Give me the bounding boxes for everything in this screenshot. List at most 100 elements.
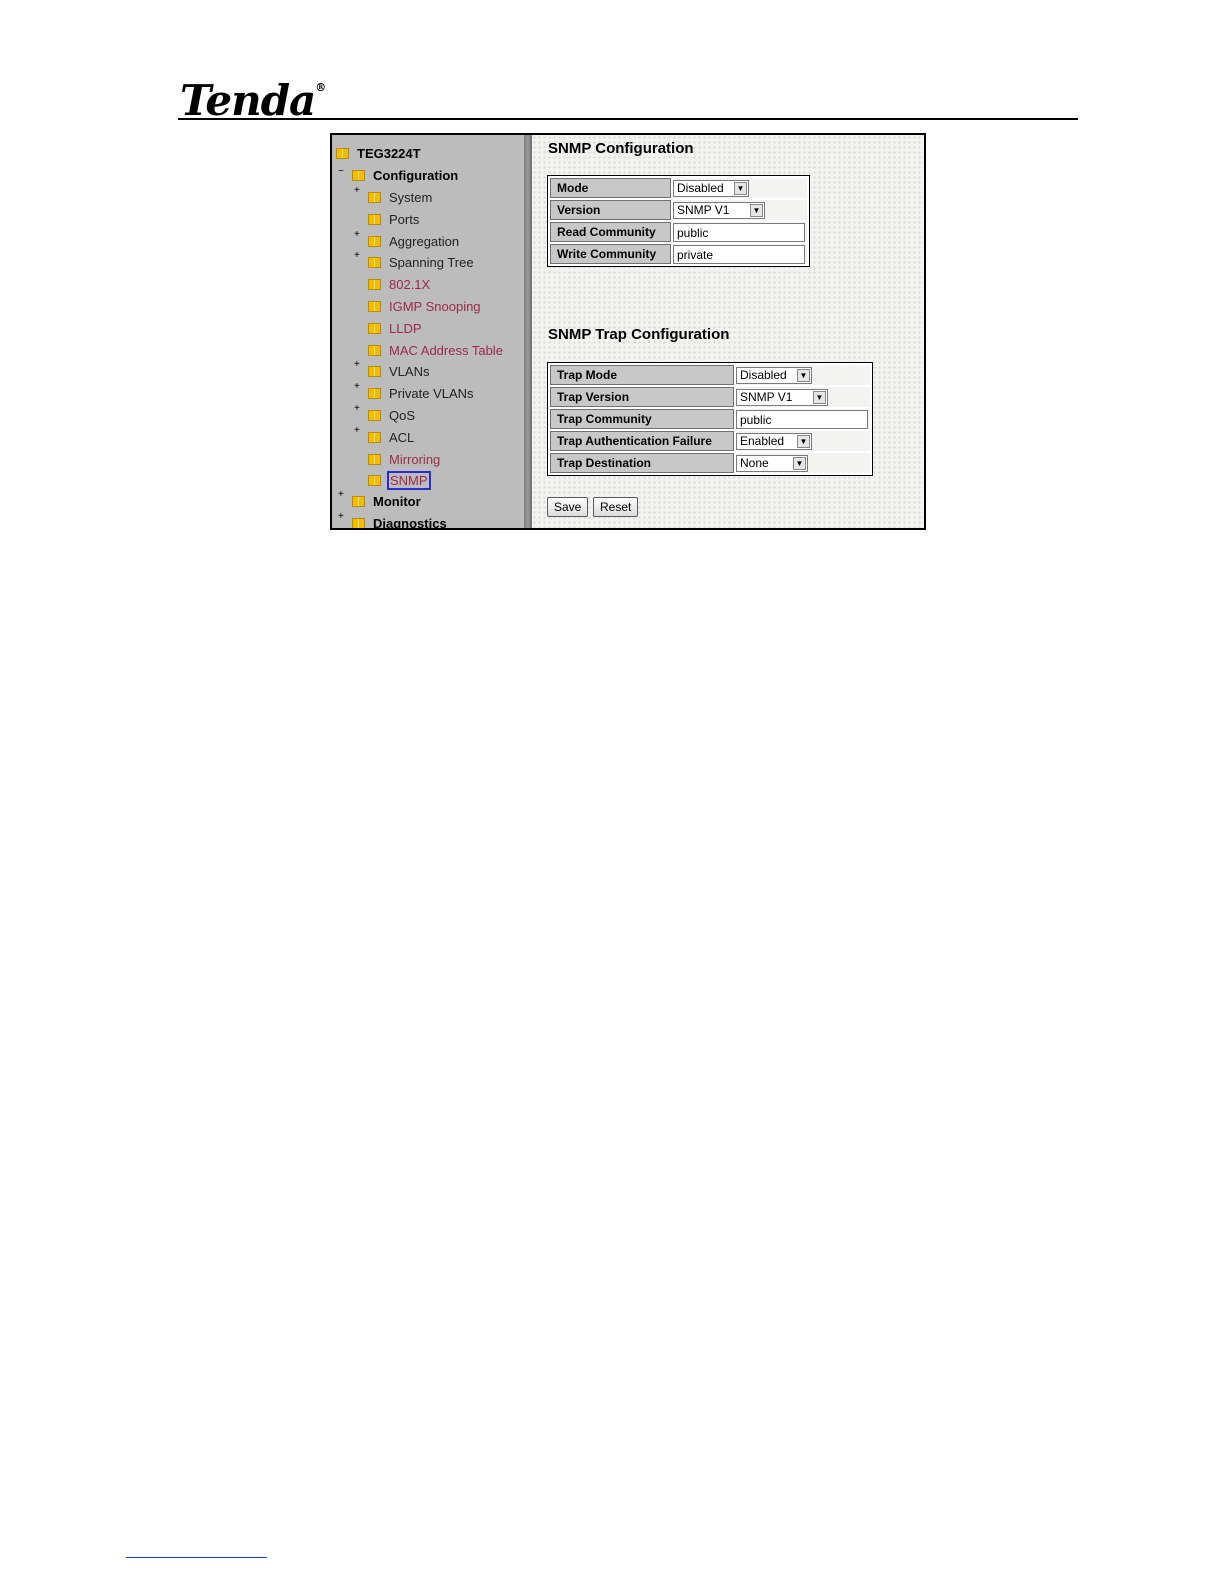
tree-item-aggregation[interactable]: + Aggregation xyxy=(354,230,460,250)
registered-mark: ® xyxy=(315,81,326,94)
trap-auth-failure-value: Enabled xyxy=(740,434,785,448)
table-row: Version SNMP V1 ▼ xyxy=(550,200,807,220)
plus-icon[interactable]: + xyxy=(338,512,344,522)
plus-icon[interactable]: + xyxy=(354,360,360,370)
plus-icon[interactable]: + xyxy=(354,382,360,392)
folder-icon xyxy=(368,300,381,312)
folder-icon xyxy=(368,322,381,334)
folder-icon xyxy=(368,387,381,399)
screenshot-frame: TEG3224T − Configuration + System Ports + Ag… xyxy=(330,133,926,530)
tree-diagnostics-label: Diagnostics xyxy=(373,515,447,530)
table-row: Trap Destination None ▼ xyxy=(550,453,870,473)
footer-link-underline xyxy=(126,1557,267,1558)
tree-item-igmp-snooping[interactable]: IGMP Snooping xyxy=(368,297,481,315)
folder-icon xyxy=(368,474,381,486)
folder-icon xyxy=(352,517,365,528)
version-value: SNMP V1 xyxy=(677,203,730,217)
version-label: Version xyxy=(550,200,671,220)
tree-monitor-label: Monitor xyxy=(373,493,421,509)
tree-item-label: Mirroring xyxy=(389,451,441,467)
trap-mode-label: Trap Mode xyxy=(550,365,734,385)
tree-item-label: Private VLANs xyxy=(389,385,474,401)
folder-icon xyxy=(368,278,381,290)
table-row: Trap Authentication Failure Enabled ▼ xyxy=(550,431,870,451)
plus-icon[interactable]: + xyxy=(354,186,360,196)
tree-item-snmp[interactable]: SNMP xyxy=(368,470,431,490)
tree-item-label: SNMP xyxy=(387,470,431,490)
tree-item-qos[interactable]: + QoS xyxy=(354,404,415,424)
tree-item-private-vlans[interactable]: + Private VLANs xyxy=(354,382,474,402)
tree-configuration-label: Configuration xyxy=(373,167,459,183)
plus-icon[interactable]: + xyxy=(354,404,360,414)
tree-item-label: Aggregation xyxy=(389,233,460,249)
plus-icon[interactable]: + xyxy=(354,426,360,436)
chevron-down-icon: ▼ xyxy=(797,434,810,448)
save-button[interactable]: Save xyxy=(547,497,589,517)
snmp-config-table: Mode Disabled ▼ Version SNMP V1 ▼ Read Com… xyxy=(547,175,810,267)
mode-label: Mode xyxy=(550,178,671,198)
mode-value: Disabled xyxy=(677,181,724,195)
folder-icon xyxy=(368,235,381,247)
folder-icon xyxy=(368,213,381,225)
plus-icon[interactable]: + xyxy=(354,251,360,261)
tree-item-system[interactable]: + System xyxy=(354,186,433,206)
chevron-down-icon: ▼ xyxy=(793,456,806,470)
tree-item-label: VLANs xyxy=(389,363,430,379)
tree-item-mirroring[interactable]: Mirroring xyxy=(368,450,440,468)
trap-version-value: SNMP V1 xyxy=(740,390,793,404)
reset-button[interactable]: Reset xyxy=(593,497,639,517)
trap-destination-label: Trap Destination xyxy=(550,453,734,473)
read-community-label: Read Community xyxy=(550,222,671,242)
tree-item-label: Ports xyxy=(389,211,420,227)
chevron-down-icon: ▼ xyxy=(750,203,763,217)
tree-item-802-1x[interactable]: 802.1X xyxy=(368,275,430,293)
tree-item-label: MAC Address Table xyxy=(389,342,503,358)
folder-icon xyxy=(368,431,381,443)
tenda-logo: Tenda® xyxy=(180,80,326,122)
trap-mode-select[interactable]: Disabled ▼ xyxy=(736,366,812,384)
snmp-config-title: SNMP Configuration xyxy=(548,140,694,157)
folder-icon xyxy=(352,495,365,507)
tree-item-ports[interactable]: Ports xyxy=(368,210,419,228)
tree-item-spanning-tree[interactable]: + Spanning Tree xyxy=(354,251,474,271)
version-select[interactable]: SNMP V1 ▼ xyxy=(673,201,765,219)
mode-select[interactable]: Disabled ▼ xyxy=(673,179,749,197)
tree-monitor[interactable]: + Monitor xyxy=(338,490,421,510)
minus-icon[interactable]: − xyxy=(338,167,344,177)
header-divider xyxy=(178,118,1078,120)
tree-configuration[interactable]: − Configuration xyxy=(338,166,459,184)
table-row: Read Community public xyxy=(550,222,807,242)
tree-item-mac-address-table[interactable]: MAC Address Table xyxy=(368,341,503,359)
table-row: Trap Version SNMP V1 ▼ xyxy=(550,387,870,407)
trap-version-label: Trap Version xyxy=(550,387,734,407)
trap-destination-select[interactable]: None ▼ xyxy=(736,454,808,472)
frame-divider[interactable] xyxy=(524,135,532,528)
table-row: Mode Disabled ▼ xyxy=(550,178,807,198)
trap-destination-value: None xyxy=(740,456,769,470)
write-community-input[interactable]: private xyxy=(673,244,805,264)
trap-version-select[interactable]: SNMP V1 ▼ xyxy=(736,388,828,406)
tree-item-acl[interactable]: + ACL xyxy=(354,426,414,446)
folder-icon xyxy=(368,256,381,268)
folder-icon xyxy=(368,344,381,356)
plus-icon[interactable]: + xyxy=(354,230,360,240)
read-community-input[interactable]: public xyxy=(673,222,805,242)
folder-icon xyxy=(368,365,381,377)
table-row: Trap Mode Disabled ▼ xyxy=(550,365,870,385)
trap-community-input[interactable]: public xyxy=(736,409,868,429)
tree-diagnostics[interactable]: + Diagnostics xyxy=(338,512,447,530)
tree-item-vlans[interactable]: + VLANs xyxy=(354,360,430,380)
tree-item-label: System xyxy=(389,189,433,205)
tree-item-label: Spanning Tree xyxy=(389,254,474,270)
tree-root[interactable]: TEG3224T xyxy=(336,144,421,162)
folder-icon xyxy=(352,169,365,181)
plus-icon[interactable]: + xyxy=(338,490,344,500)
table-row: Trap Community public xyxy=(550,409,870,429)
trap-auth-failure-select[interactable]: Enabled ▼ xyxy=(736,432,812,450)
navigation-tree: TEG3224T − Configuration + System Ports + Ag… xyxy=(332,135,524,528)
chevron-down-icon: ▼ xyxy=(813,390,826,404)
tree-item-lldp[interactable]: LLDP xyxy=(368,319,422,337)
tree-item-label: IGMP Snooping xyxy=(389,298,481,314)
trap-mode-value: Disabled xyxy=(740,368,787,382)
tree-root-label: TEG3224T xyxy=(357,145,421,161)
